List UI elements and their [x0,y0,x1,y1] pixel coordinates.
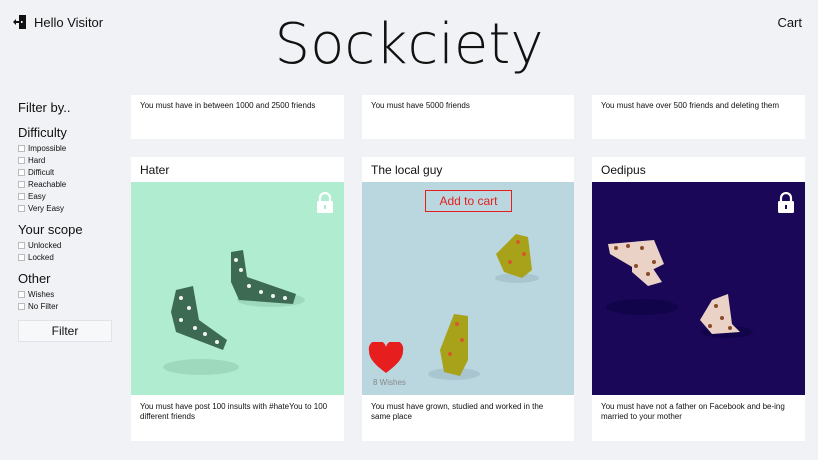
checkbox-box[interactable] [18,192,25,200]
product-card-partial[interactable]: You must have 5000 friends [362,95,574,139]
product-card-partial[interactable]: You must have over 500 friends and delet… [592,95,805,139]
filter-button[interactable]: Filter [18,320,112,342]
product-card-hater[interactable]: Hater You must have post 100 insults wit… [131,157,344,441]
option-label: Very Easy [28,203,65,213]
checkbox-hard[interactable]: Hard [18,154,114,166]
option-label: Difficult [28,167,55,177]
card-description: You must have 5000 friends [371,101,470,110]
product-card-oedipus[interactable]: Oedipus You must have not a father on Fa… [592,157,805,441]
checkbox-unlocked[interactable]: Unlocked [18,239,114,251]
card-image[interactable] [131,182,344,395]
checkbox-box[interactable] [18,302,25,310]
option-label: Reachable [28,179,67,189]
product-card-partial[interactable]: You must have in between 1000 and 2500 f… [131,95,344,139]
sock-image [131,182,344,395]
card-image[interactable] [592,182,805,395]
card-description: You must have in between 1000 and 2500 f… [140,101,316,110]
image-background [592,182,805,395]
checkbox-locked[interactable]: Locked [18,251,114,263]
cart-link[interactable]: Cart [777,15,802,30]
option-label: Locked [28,252,54,262]
checkbox-reachable[interactable]: Reachable [18,178,114,190]
group-title: Your scope [18,222,83,237]
checkbox-box[interactable] [18,253,25,261]
checkbox-impossible[interactable]: Impossible [18,142,114,154]
filter-sidebar: Filter by.. Difficulty Impossible Hard D… [18,100,114,342]
card-description: You must have not a father on Facebook a… [601,402,785,421]
lock-icon [778,192,794,213]
checkbox-box[interactable] [18,168,25,176]
option-label: Impossible [28,143,67,153]
card-description: You must have post 100 insults with #hat… [140,402,328,421]
checkbox-wishes[interactable]: Wishes [18,288,114,300]
checkbox-box[interactable] [18,241,25,249]
wishes-count: 8 Wishes [373,378,406,387]
option-label: Wishes [28,289,55,299]
filter-title: Filter by.. [18,100,71,115]
checkbox-box[interactable] [18,180,25,188]
option-label: Hard [28,155,46,165]
checkbox-box[interactable] [18,156,25,164]
add-to-cart-button[interactable]: Add to cart [425,190,512,212]
checkbox-box[interactable] [18,144,25,152]
card-image[interactable]: Add to cart 8 Wishes [362,182,574,395]
option-label: Unlocked [28,240,62,250]
heart-icon[interactable] [368,342,404,374]
checkbox-box[interactable] [18,204,25,212]
card-description: You must have grown, studied and worked … [371,402,544,421]
filter-group-other: Other Wishes No Filter [18,271,114,312]
option-label: Easy [28,191,46,201]
lock-icon [317,192,333,213]
checkbox-box[interactable] [18,290,25,298]
card-title: Oedipus [601,163,646,177]
card-description: You must have over 500 friends and delet… [601,101,780,110]
product-card-local-guy[interactable]: The local guy Add to cart 8 Wishes You m… [362,157,574,441]
card-title: Hater [140,163,170,177]
sock-image [592,182,805,395]
option-label: No Filter [28,301,59,311]
card-title: The local guy [371,163,443,177]
checkbox-easy[interactable]: Easy [18,190,114,202]
group-title: Other [18,271,51,286]
site-logo[interactable]: Sockciety [0,12,818,77]
filter-group-scope: Your scope Unlocked Locked [18,222,114,263]
checkbox-no-filter[interactable]: No Filter [18,300,114,312]
filter-group-difficulty: Difficulty Impossible Hard Difficult Rea… [18,125,114,214]
checkbox-difficult[interactable]: Difficult [18,166,114,178]
checkbox-very-easy[interactable]: Very Easy [18,202,114,214]
group-title: Difficulty [18,125,67,140]
